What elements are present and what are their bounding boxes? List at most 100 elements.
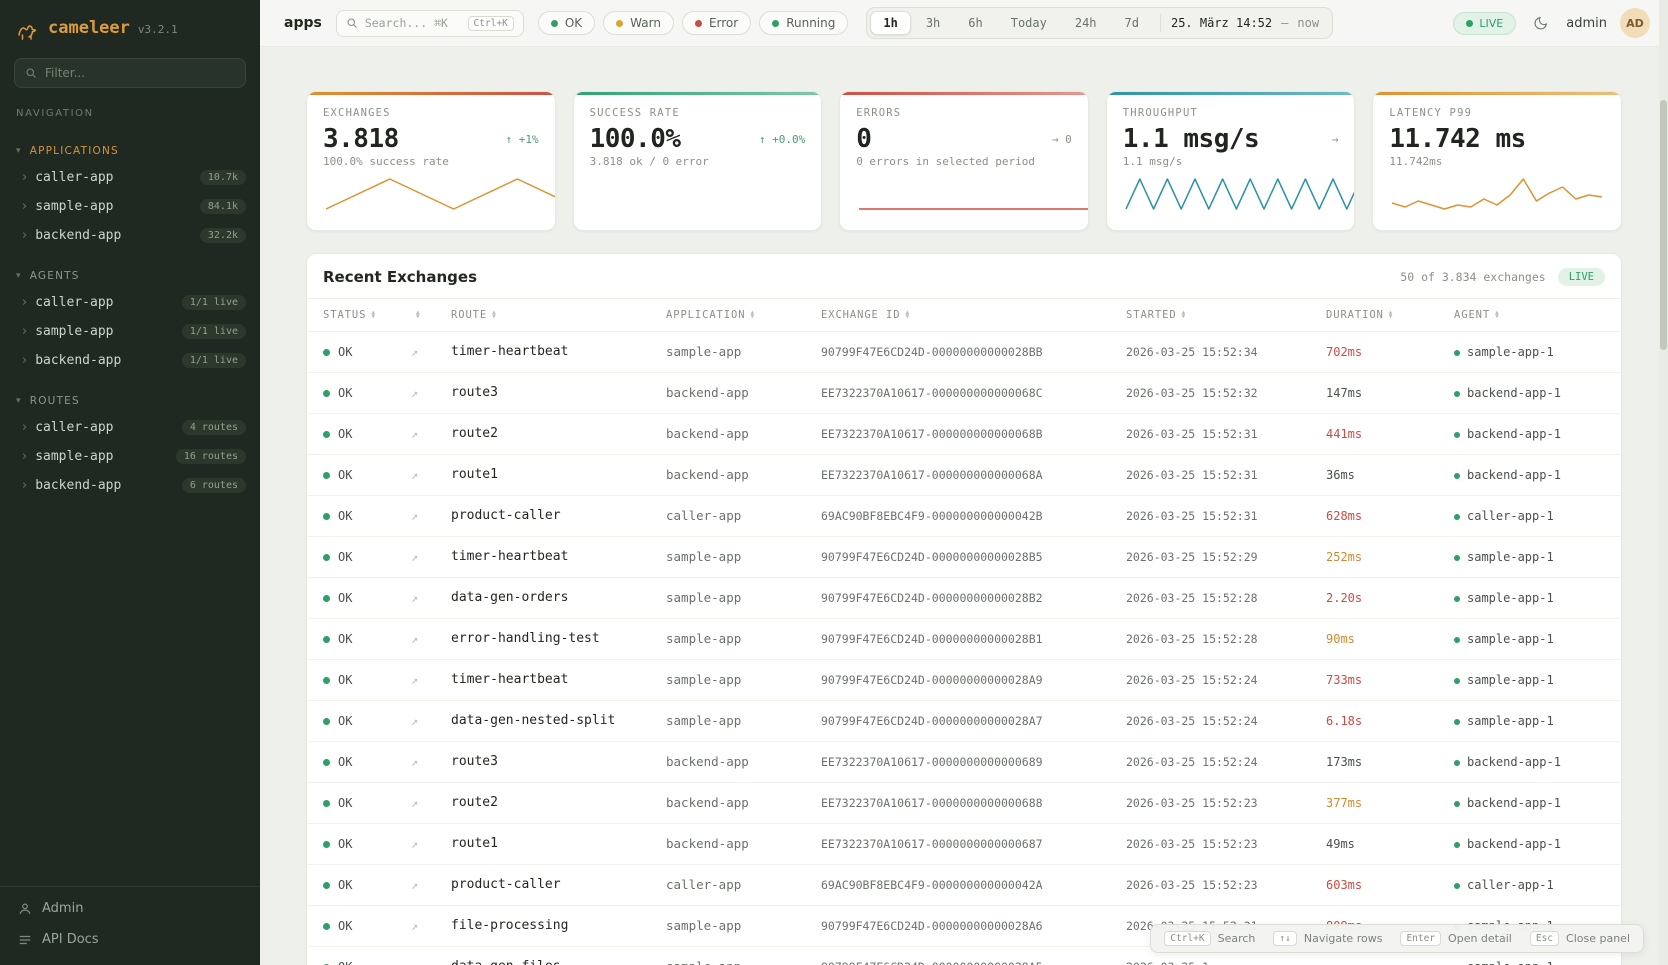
exchange-row[interactable]: OK ↗ route1 backend-app EE7322370A10617-…	[307, 455, 1621, 496]
column-header-agent[interactable]: AGENT▲▼	[1446, 299, 1621, 332]
avatar[interactable]: AD	[1620, 8, 1650, 38]
range-7d[interactable]: 7d	[1112, 11, 1152, 35]
duration-cell: 2.20s	[1318, 578, 1446, 619]
exchanges-table: STATUS▲▼ ▲▼ ROUTE▲▼ APPLICATION▲▼ EXCHAN…	[307, 298, 1621, 965]
application-cell: sample-app	[658, 619, 813, 660]
column-header-expand[interactable]: ▲▼	[403, 299, 443, 332]
exchange-row[interactable]: OK ↗ route2 backend-app EE7322370A10617-…	[307, 414, 1621, 455]
sidebar-footer-admin[interactable]: Admin	[18, 901, 242, 916]
column-header-duration[interactable]: DURATION▲▼	[1318, 299, 1446, 332]
exchange-row[interactable]: OK ↗ data-gen-nested-split sample-app 90…	[307, 701, 1621, 742]
sidebar-item-routes-caller-app[interactable]: › caller-app 4 routes	[0, 413, 260, 442]
search-input[interactable]	[365, 16, 461, 30]
status-filter-error[interactable]: Error	[682, 11, 751, 35]
open-detail-icon[interactable]: ↗	[411, 837, 418, 851]
started-cell: 2026-03-25 15:52:23	[1118, 783, 1318, 824]
filter-input[interactable]	[45, 66, 235, 80]
open-detail-icon[interactable]: ↗	[411, 550, 418, 564]
column-header-started[interactable]: STARTED▲▼	[1118, 299, 1318, 332]
application-cell: sample-app	[658, 578, 813, 619]
card-label: LATENCY P99	[1389, 107, 1605, 119]
chevron-right-icon: ›	[22, 200, 27, 213]
exchange-row[interactable]: OK ↗ timer-heartbeat sample-app 90799F47…	[307, 332, 1621, 373]
column-header-status[interactable]: STATUS▲▼	[307, 299, 403, 332]
recent-exchanges-panel: Recent Exchanges 50 of 3.834 exchanges L…	[306, 253, 1622, 965]
open-detail-icon[interactable]: ↗	[411, 960, 418, 965]
table-head: Recent Exchanges 50 of 3.834 exchanges L…	[307, 254, 1621, 298]
column-header-route[interactable]: ROUTE▲▼	[443, 299, 658, 332]
sidebar-filter[interactable]	[14, 58, 246, 88]
exchange-row[interactable]: OK ↗ timer-heartbeat sample-app 90799F47…	[307, 537, 1621, 578]
status-filter-ok[interactable]: OK	[538, 11, 595, 35]
open-detail-icon[interactable]: ↗	[411, 386, 418, 400]
application-cell: backend-app	[658, 824, 813, 865]
exchange-row[interactable]: OK ↗ route3 backend-app EE7322370A10617-…	[307, 373, 1621, 414]
stat-card-success-rate: SUCCESS RATE 100.0% ↑ +0.0% 3.818 ok / 0…	[573, 91, 823, 231]
sidebar-item-agents-backend-app[interactable]: › backend-app 1/1 live	[0, 346, 260, 375]
range-today[interactable]: Today	[998, 11, 1060, 35]
chevron-right-icon: ›	[22, 354, 27, 367]
exchange-row[interactable]: OK ↗ error-handling-test sample-app 9079…	[307, 619, 1621, 660]
global-search[interactable]: Ctrl+K	[336, 10, 524, 37]
sort-icon: ▲▼	[492, 311, 497, 318]
exchange-row[interactable]: OK ↗ product-caller caller-app 69AC90BF8…	[307, 496, 1621, 537]
open-detail-icon[interactable]: ↗	[411, 591, 418, 605]
exchange-row[interactable]: OK ↗ timer-heartbeat sample-app 90799F47…	[307, 660, 1621, 701]
exchange-row[interactable]: OK ↗ data-gen-orders sample-app 90799F47…	[307, 578, 1621, 619]
status-filter-running[interactable]: Running	[759, 11, 848, 35]
application-cell: sample-app	[658, 660, 813, 701]
datetime-separator: —	[1281, 16, 1288, 30]
scrollbar-thumb[interactable]	[1660, 100, 1667, 350]
range-24h[interactable]: 24h	[1062, 11, 1110, 35]
status-dot	[695, 20, 702, 27]
column-header-exchange-id[interactable]: EXCHANGE ID▲▼	[813, 299, 1118, 332]
section-header-applications[interactable]: ▾ APPLICATIONS	[0, 141, 260, 163]
sidebar-item-agents-sample-app[interactable]: › sample-app 1/1 live	[0, 317, 260, 346]
open-detail-icon[interactable]: ↗	[411, 509, 418, 523]
shortcut-hint-navigate-rows: ↑↓ Navigate rows	[1273, 931, 1382, 946]
status-ok-dot	[323, 759, 330, 766]
sidebar-item-applications-backend-app[interactable]: › backend-app 32.2k	[0, 221, 260, 250]
agent-cell: backend-app-1	[1446, 414, 1621, 455]
started-cell: 2026-03-25 15:52:24	[1118, 660, 1318, 701]
open-detail-icon[interactable]: ↗	[411, 345, 418, 359]
exchange-row[interactable]: OK ↗ route3 backend-app EE7322370A10617-…	[307, 742, 1621, 783]
chevron-right-icon: ›	[22, 450, 27, 463]
section-header-routes[interactable]: ▾ ROUTES	[0, 391, 260, 413]
stat-card-errors: ERRORS 0 → 0 0 errors in selected period	[839, 91, 1089, 231]
item-count-badge: 1/1 live	[182, 295, 246, 310]
scrollbar[interactable]	[1659, 0, 1668, 965]
exchange-row[interactable]: OK ↗ route1 backend-app EE7322370A10617-…	[307, 824, 1621, 865]
sort-icon: ▲▼	[750, 311, 755, 318]
open-detail-icon[interactable]: ↗	[411, 878, 418, 892]
dark-mode-toggle[interactable]	[1529, 11, 1553, 35]
open-detail-icon[interactable]: ↗	[411, 919, 418, 933]
status-filter-warn[interactable]: Warn	[603, 11, 674, 35]
open-detail-icon[interactable]: ↗	[411, 755, 418, 769]
open-detail-icon[interactable]: ↗	[411, 427, 418, 441]
range-1h[interactable]: 1h	[870, 11, 910, 35]
column-header-application[interactable]: APPLICATION▲▼	[658, 299, 813, 332]
open-detail-icon[interactable]: ↗	[411, 632, 418, 646]
sidebar-item-agents-caller-app[interactable]: › caller-app 1/1 live	[0, 288, 260, 317]
route-cell: timer-heartbeat	[443, 537, 658, 578]
logo[interactable]: cameleer v3.2.1	[0, 16, 260, 58]
status-ok-dot	[323, 800, 330, 807]
exchange-row[interactable]: OK ↗ product-caller caller-app 69AC90BF8…	[307, 865, 1621, 906]
sidebar-item-applications-sample-app[interactable]: › sample-app 84.1k	[0, 192, 260, 221]
open-detail-icon[interactable]: ↗	[411, 468, 418, 482]
open-detail-icon[interactable]: ↗	[411, 796, 418, 810]
card-accent-bar	[574, 92, 822, 95]
range-3h[interactable]: 3h	[913, 11, 953, 35]
sort-icon: ▲▼	[905, 311, 910, 318]
section-header-agents[interactable]: ▾ AGENTS	[0, 266, 260, 288]
sidebar-item-applications-caller-app[interactable]: › caller-app 10.7k	[0, 163, 260, 192]
exchange-id-cell: 90799F47E6CD24D-00000000000028B1	[813, 619, 1118, 660]
exchange-row[interactable]: OK ↗ route2 backend-app EE7322370A10617-…	[307, 783, 1621, 824]
open-detail-icon[interactable]: ↗	[411, 714, 418, 728]
sidebar-footer-api-docs[interactable]: API Docs	[18, 932, 242, 947]
range-6h[interactable]: 6h	[955, 11, 995, 35]
open-detail-icon[interactable]: ↗	[411, 673, 418, 687]
sidebar-item-routes-sample-app[interactable]: › sample-app 16 routes	[0, 442, 260, 471]
sidebar-item-routes-backend-app[interactable]: › backend-app 6 routes	[0, 471, 260, 500]
